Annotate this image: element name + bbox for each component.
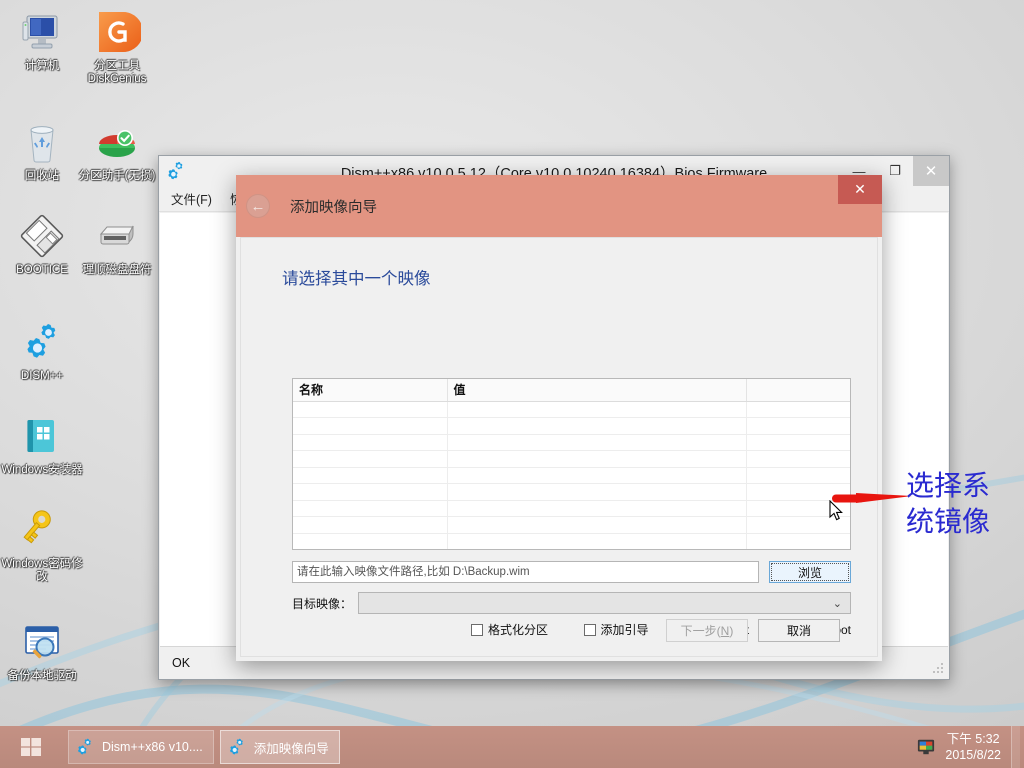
diskgenius-icon <box>93 8 141 56</box>
column-header-name[interactable]: 名称 <box>293 379 447 401</box>
table-row[interactable] <box>293 418 850 435</box>
dialog-footer: 下一步(N) 取消 <box>666 619 840 642</box>
desktop-icon-label: 计算机 <box>0 60 84 73</box>
dialog-header: ← 添加映像向导 ✕ <box>236 175 882 237</box>
desktop-icon-diskgenius[interactable]: 分区工具 DiskGenius <box>75 8 159 86</box>
annotation-line-2: 统镜像 <box>906 504 1024 540</box>
desktop-icon-bootice[interactable]: BOOTICE <box>0 212 84 277</box>
desktop-icon-label: BOOTICE <box>0 264 84 277</box>
table-row[interactable] <box>293 484 850 501</box>
table-row[interactable] <box>293 517 850 534</box>
annotation-text: 选择系 统镜像 <box>906 468 1024 540</box>
desktop-icon-label: 分区助手(无损) <box>75 170 159 183</box>
table-header-row: 名称 值 <box>293 379 850 401</box>
target-image-select[interactable]: ⌄ <box>358 592 851 614</box>
table-row[interactable] <box>293 533 850 550</box>
status-text: OK <box>172 656 190 670</box>
taskbar[interactable]: Dism++x86 v10.... 添加映像向导 下午 5:32 2015/8/… <box>0 726 1024 768</box>
desktop-icon-recycle-bin[interactable]: 回收站 <box>0 118 84 183</box>
next-button-suffix: ) <box>729 624 733 638</box>
checkbox-format-partition[interactable]: 格式化分区 <box>471 621 548 638</box>
next-button-accel: N <box>721 624 730 638</box>
target-image-label: 目标映像： <box>292 595 358 612</box>
table-body <box>293 401 850 550</box>
desktop-icon-windows-installer[interactable]: Windows安装器 <box>0 412 84 477</box>
chevron-down-icon: ⌄ <box>833 597 842 610</box>
taskbar-clock[interactable]: 下午 5:32 2015/8/22 <box>945 731 1001 763</box>
clock-date: 2015/8/22 <box>945 747 1001 763</box>
desktop-icon-computer[interactable]: 计算机 <box>0 8 84 73</box>
table-row[interactable] <box>293 467 850 484</box>
image-list-table[interactable]: 名称 值 <box>293 379 850 550</box>
bootice-icon <box>18 212 66 260</box>
checkbox-label: 添加引导 <box>601 621 649 638</box>
desktop-icon-windows-password[interactable]: Windows密码修改 <box>0 506 84 584</box>
desktop-icon-label: Windows安装器 <box>0 464 84 477</box>
dialog-heading: 请选择其中一个映像 <box>282 265 877 289</box>
taskbar-item-label: Dism++x86 v10.... <box>102 740 203 754</box>
desktop-icon-backup-driver[interactable]: 备份本地驱动 <box>0 618 84 683</box>
cancel-button[interactable]: 取消 <box>758 619 840 642</box>
image-list-table-wrapper[interactable]: 名称 值 <box>292 378 851 550</box>
clock-time: 下午 5:32 <box>945 731 1001 747</box>
start-button[interactable] <box>0 726 62 768</box>
desktop-icon-disk-letter[interactable]: 理顺磁盘盘符 <box>75 212 159 277</box>
disk-letter-icon <box>93 212 141 260</box>
browse-button[interactable]: 浏览 <box>769 561 851 583</box>
windows-installer-icon <box>18 412 66 460</box>
checkbox-box[interactable] <box>584 624 596 636</box>
system-tray[interactable]: 下午 5:32 2015/8/22 <box>917 726 1024 768</box>
recycle-bin-icon <box>18 118 66 166</box>
desktop-icon-label: DISM++ <box>0 370 84 383</box>
desktop[interactable]: 计算机 分区工具 DiskGenius 回收站 <box>0 0 1024 768</box>
menu-item-file[interactable]: 文件(F) <box>171 189 212 208</box>
table-row[interactable] <box>293 451 850 468</box>
desktop-icon-dism[interactable]: DISM++ <box>0 318 84 383</box>
desktop-icon-partition-assistant[interactable]: 分区助手(无损) <box>75 118 159 183</box>
checkbox-box[interactable] <box>471 624 483 636</box>
dialog-title: 添加映像向导 <box>290 196 377 217</box>
desktop-icon-label: 分区工具 DiskGenius <box>75 60 159 86</box>
windows-logo-icon <box>19 735 43 759</box>
taskbar-item-label: 添加映像向导 <box>254 738 329 757</box>
dism-icon <box>75 737 95 757</box>
maximize-button[interactable]: ❐ <box>877 156 913 186</box>
next-button-prefix: 下一步( <box>681 622 721 639</box>
dialog-body: 请选择其中一个映像 名称 值 <box>240 237 878 657</box>
image-path-input[interactable] <box>292 561 759 583</box>
target-image-row: 目标映像： ⌄ <box>292 592 851 614</box>
annotation-line-1: 选择系 <box>906 468 1024 504</box>
desktop-icon-label: Windows密码修改 <box>0 558 84 584</box>
mouse-cursor <box>829 500 845 522</box>
desktop-icon-label: 备份本地驱动 <box>0 670 84 683</box>
computer-icon <box>18 8 66 56</box>
close-button[interactable]: ✕ <box>913 156 949 186</box>
table-row[interactable] <box>293 500 850 517</box>
partition-assistant-icon <box>93 118 141 166</box>
dialog-close-button[interactable]: ✕ <box>838 175 882 204</box>
column-header-extra[interactable] <box>746 379 850 401</box>
table-row[interactable] <box>293 434 850 451</box>
show-desktop-button[interactable] <box>1011 726 1020 768</box>
taskbar-item-add-image-wizard[interactable]: 添加映像向导 <box>220 730 340 764</box>
display-icon[interactable] <box>917 738 935 756</box>
dism-icon <box>227 737 247 757</box>
key-icon <box>18 506 66 554</box>
add-image-wizard-dialog[interactable]: ← 添加映像向导 ✕ 请选择其中一个映像 名称 值 <box>236 175 882 661</box>
column-header-value[interactable]: 值 <box>447 379 746 401</box>
taskbar-item-dism[interactable]: Dism++x86 v10.... <box>68 730 214 764</box>
checkbox-add-boot[interactable]: 添加引导 <box>584 621 649 638</box>
table-row[interactable] <box>293 401 850 418</box>
next-button[interactable]: 下一步(N) <box>666 619 748 642</box>
desktop-icon-label: 回收站 <box>0 170 84 183</box>
dism-icon <box>18 318 66 366</box>
resize-grip[interactable] <box>932 662 944 674</box>
back-arrow-icon[interactable]: ← <box>246 194 270 218</box>
checkbox-label: 格式化分区 <box>488 621 548 638</box>
backup-driver-icon <box>18 618 66 666</box>
desktop-icon-label: 理顺磁盘盘符 <box>75 264 159 277</box>
image-path-row: 浏览 <box>292 561 851 583</box>
